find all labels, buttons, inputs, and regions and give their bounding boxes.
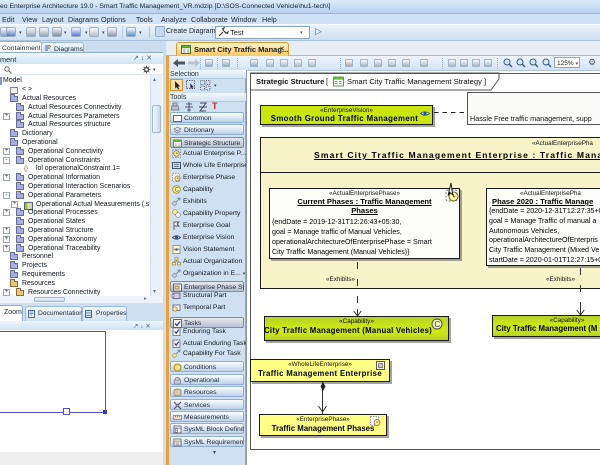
svg-text:C: C — [434, 320, 440, 329]
svg-text:C: C — [175, 188, 180, 194]
